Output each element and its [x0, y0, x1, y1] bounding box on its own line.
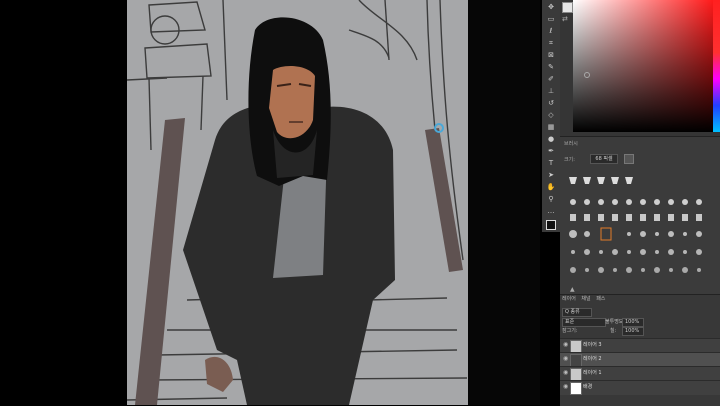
- tools-toolbar: ✥ ▭ ℓ ⌗ ⊠ ✎ ✐ ⊥ ↺ ◇ ▦ ● ✒ T ➤ ✋ ⚲ …: [542, 0, 561, 232]
- layer-row[interactable]: ◉ 레이어 3: [560, 338, 720, 353]
- pen-icon[interactable]: ✒: [546, 148, 556, 155]
- layer-thumbnail: [570, 382, 582, 395]
- color-picker-field[interactable]: [573, 0, 713, 132]
- painting-illustration: [127, 0, 468, 405]
- layer-name: 레이어 3: [583, 342, 602, 348]
- dodge-icon[interactable]: ●: [546, 136, 556, 143]
- brush-panel-title: 브러시: [564, 141, 578, 147]
- marquee-icon[interactable]: ▭: [546, 16, 556, 23]
- lock-label: 잠그기:: [562, 328, 578, 334]
- tab-channels[interactable]: 채널: [581, 296, 590, 302]
- visibility-eye-icon[interactable]: ◉: [563, 384, 569, 390]
- visibility-eye-icon[interactable]: ◉: [563, 370, 569, 376]
- tab-paths[interactable]: 패스: [596, 296, 605, 302]
- zoom-icon[interactable]: ⚲: [546, 196, 556, 203]
- history-icon[interactable]: ↺: [546, 100, 556, 107]
- foreground-color-swatch[interactable]: [546, 220, 556, 230]
- canvas-pasteboard: [468, 0, 540, 405]
- more-icon[interactable]: …: [546, 208, 556, 215]
- color-swatch-preview[interactable]: [562, 2, 573, 13]
- gradient-icon[interactable]: ▦: [546, 124, 556, 131]
- hand-icon[interactable]: ✋: [546, 184, 556, 191]
- brush-icon[interactable]: ✐: [546, 76, 556, 83]
- brush-preset-row: [565, 194, 713, 208]
- stamp-icon[interactable]: ⊥: [546, 88, 556, 95]
- blend-mode-select[interactable]: 표준: [562, 318, 606, 327]
- brush-preset-row: [565, 262, 713, 276]
- layers-panel-tabs: 레이어 채널 패스: [562, 295, 605, 303]
- color-picker-cursor[interactable]: [584, 72, 590, 78]
- fill-field[interactable]: 100%: [622, 327, 644, 336]
- tab-layers[interactable]: 레이어: [562, 296, 576, 302]
- layer-row[interactable]: ◉ 레이어 1: [560, 366, 720, 381]
- layer-row[interactable]: ◉ 배경: [560, 380, 720, 395]
- layer-name: 배경: [583, 384, 593, 390]
- layer-row[interactable]: ◉ 레이어 2: [560, 352, 720, 367]
- fill-label: 칠:: [610, 328, 617, 334]
- brush-preset-row: [565, 244, 713, 258]
- brush-size-label: 크기:: [564, 157, 575, 163]
- move-icon[interactable]: ✥: [546, 4, 556, 11]
- swap-colors-icon[interactable]: ⇄: [562, 16, 569, 23]
- opacity-field[interactable]: 100%: [622, 318, 644, 327]
- eraser-icon[interactable]: ◇: [546, 112, 556, 119]
- brush-scroll-up-icon[interactable]: ▲: [570, 286, 575, 293]
- artwork-canvas[interactable]: [127, 0, 468, 405]
- layer-name: 레이어 1: [583, 370, 602, 376]
- frame-icon[interactable]: ⊠: [546, 52, 556, 59]
- lasso-icon[interactable]: ℓ: [546, 28, 556, 35]
- brush-size-field[interactable]: 68 픽셀: [590, 154, 618, 164]
- type-icon[interactable]: T: [546, 160, 556, 167]
- brush-preset-row: [565, 210, 713, 224]
- eyedropper-icon[interactable]: ✎: [546, 64, 556, 71]
- layer-name: 레이어 2: [583, 356, 602, 362]
- visibility-eye-icon[interactable]: ◉: [563, 356, 569, 362]
- brush-preset-row: [565, 226, 713, 241]
- layer-kind-filter[interactable]: Q 종류: [562, 308, 592, 317]
- brush-settings-icon[interactable]: [624, 154, 634, 164]
- visibility-eye-icon[interactable]: ◉: [563, 342, 569, 348]
- brush-preset-row: [565, 174, 713, 188]
- path-select-icon[interactable]: ➤: [546, 172, 556, 179]
- hue-slider[interactable]: [713, 0, 720, 132]
- crop-icon[interactable]: ⌗: [546, 40, 556, 47]
